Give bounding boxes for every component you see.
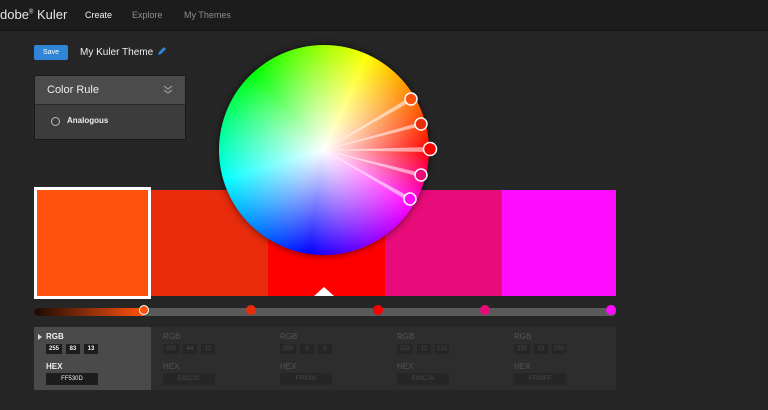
color-rule-title: Color Rule (47, 84, 99, 96)
rgb-b-field[interactable]: 122 (435, 344, 449, 354)
color-values-1[interactable]: RGB 255 83 13 HEX FF530D (34, 327, 151, 390)
hex-field[interactable]: FF0000 (280, 373, 332, 385)
hex-label: HEX (46, 362, 63, 371)
rgb-g-field[interactable]: 83 (66, 344, 80, 354)
rgb-label: RGB (397, 332, 415, 341)
app-logo[interactable]: dobe® Kuler (0, 7, 67, 22)
rgb-label: RGB (46, 332, 64, 341)
wheel-markers (324, 92, 438, 206)
hex-field[interactable]: E82C0C (163, 373, 215, 385)
color-values-4[interactable]: RGB 232 12 122 HEX E80C7A (385, 327, 502, 390)
hex-label: HEX (280, 362, 297, 371)
slider-handle-2[interactable] (246, 305, 256, 315)
brightness-slider-fill (34, 308, 144, 316)
color-rule-header[interactable]: Color Rule (35, 76, 185, 105)
rgb-r-field[interactable]: 255 (46, 344, 62, 354)
caret-up-icon (314, 287, 334, 296)
hex-field[interactable]: FF0DFF (514, 373, 566, 385)
color-values-3[interactable]: RGB 255 0 0 HEX FF0000 (268, 327, 385, 390)
hex-field[interactable]: E80C7A (397, 373, 449, 385)
swatch-1-selected[interactable] (34, 187, 151, 299)
wheel-handle-3[interactable] (422, 141, 438, 157)
swatch-5[interactable] (502, 190, 616, 296)
color-rule-panel: Color Rule Analogous (34, 75, 186, 140)
rgb-g-field[interactable]: 44 (183, 344, 197, 354)
hex-label: HEX (514, 362, 531, 371)
slider-handle-3[interactable] (373, 305, 383, 315)
nav-explore[interactable]: Explore (132, 10, 163, 20)
rgb-r-field[interactable]: 232 (397, 344, 413, 354)
pencil-icon[interactable] (157, 46, 167, 56)
save-button[interactable]: Save (34, 45, 68, 60)
brightness-slider[interactable] (34, 305, 616, 316)
hex-label: HEX (397, 362, 414, 371)
nav-my-themes[interactable]: My Themes (184, 10, 231, 20)
slider-handle-1[interactable] (139, 305, 149, 315)
rgb-g-field[interactable]: 13 (534, 344, 548, 354)
color-values-2[interactable]: RGB 232 44 12 HEX E82C0C (151, 327, 268, 390)
hex-field[interactable]: FF530D (46, 373, 98, 385)
analogous-radio[interactable] (51, 117, 60, 126)
slider-handle-4[interactable] (480, 305, 490, 315)
rgb-r-field[interactable]: 232 (163, 344, 179, 354)
rgb-r-field[interactable]: 255 (280, 344, 296, 354)
logo-text: dobe (0, 7, 29, 22)
rgb-r-field[interactable]: 255 (514, 344, 530, 354)
color-wheel[interactable] (219, 45, 439, 255)
analogous-label: Analogous (67, 116, 109, 125)
rgb-b-field[interactable]: 12 (201, 344, 215, 354)
wheel-handle-2[interactable] (414, 117, 428, 131)
top-bar: dobe® Kuler Create Explore My Themes (0, 0, 768, 31)
rgb-label: RGB (514, 332, 532, 341)
rgb-b-field[interactable]: 255 (552, 344, 566, 354)
rgb-b-field[interactable]: 0 (318, 344, 332, 354)
expand-arrow-icon (38, 334, 42, 340)
nav-create[interactable]: Create (85, 10, 112, 20)
rgb-b-field[interactable]: 13 (84, 344, 98, 354)
rgb-g-field[interactable]: 0 (300, 344, 314, 354)
theme-name[interactable]: My Kuler Theme (80, 47, 153, 58)
color-values-5[interactable]: RGB 255 13 255 HEX FF0DFF (502, 327, 616, 390)
wheel-handle-1[interactable] (404, 92, 418, 106)
hex-label: HEX (163, 362, 180, 371)
wheel-handle-5[interactable] (403, 192, 417, 206)
chevron-down-icon[interactable] (163, 84, 173, 94)
rgb-label: RGB (163, 332, 181, 341)
logo-product: Kuler (33, 7, 68, 22)
color-values-panel: RGB 255 83 13 HEX FF530D RGB 232 44 12 H… (34, 327, 616, 390)
rgb-label: RGB (280, 332, 298, 341)
rgb-g-field[interactable]: 12 (417, 344, 431, 354)
slider-handle-5[interactable] (606, 305, 616, 315)
wheel-handle-4[interactable] (414, 168, 428, 182)
